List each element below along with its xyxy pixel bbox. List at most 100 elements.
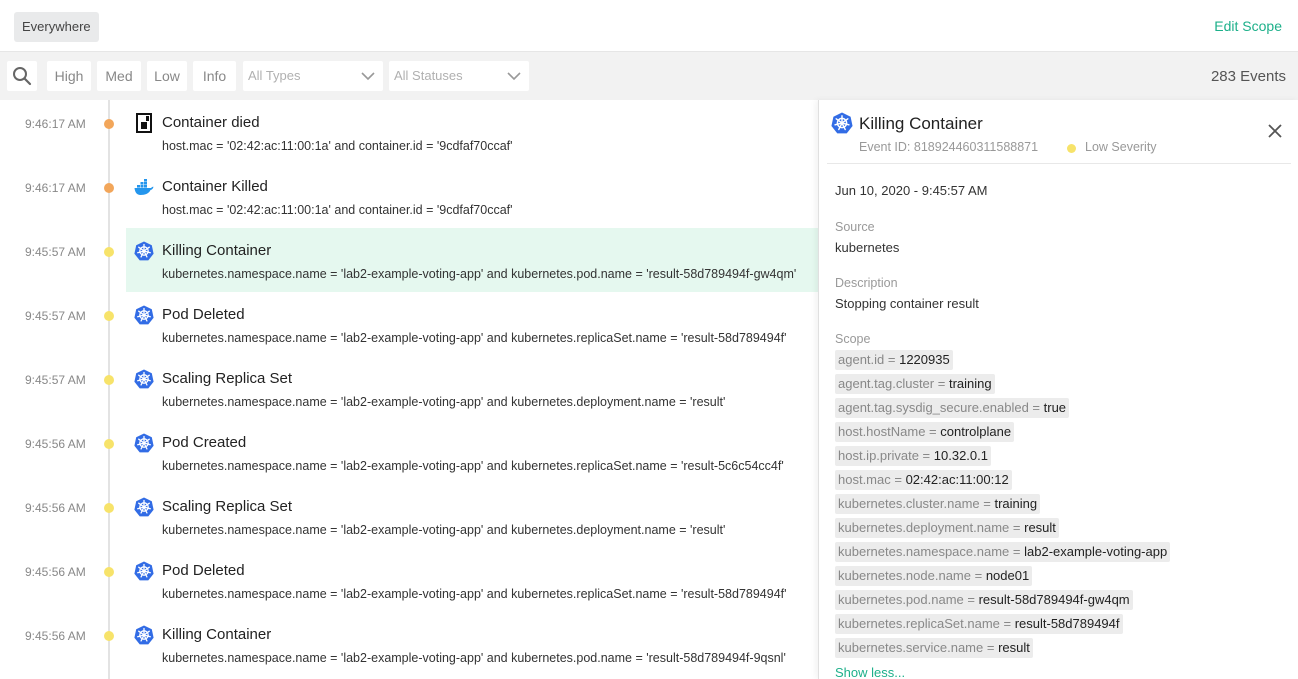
scope-chip-box: kubernetes.cluster.name = training	[835, 494, 1041, 514]
event-time: 9:45:56 AM	[25, 565, 86, 579]
scope-chip-box: agent.tag.sysdig_secure.enabled = true	[835, 398, 1070, 418]
event-title: Pod Deleted	[162, 562, 245, 579]
scope-value: training	[948, 376, 992, 391]
scope-chip: host.ip.private = 10.32.0.1	[835, 446, 1170, 466]
kubernetes-icon	[134, 369, 154, 389]
event-detail: kubernetes.namespace.name = 'lab2-exampl…	[162, 523, 726, 537]
event-time: 9:45:56 AM	[25, 437, 86, 451]
scope-key: host.ip.private	[838, 448, 919, 463]
kubernetes-icon	[134, 305, 154, 325]
types-dropdown[interactable]: All Types	[243, 61, 383, 91]
severity-info-button[interactable]: Info	[193, 61, 236, 91]
event-row[interactable]: 9:45:56 AM Pod Created kubernetes.namespac…	[0, 420, 818, 484]
panel-title: Killing Container	[859, 114, 983, 133]
event-detail: host.mac = '02:42:ac:11:00:1a' and conta…	[162, 139, 513, 153]
scope-key: kubernetes.service.name	[838, 640, 984, 655]
event-row[interactable]: 9:45:56 AM Scaling Replica Set kubernetes.…	[0, 484, 818, 548]
scope-chip-box: kubernetes.deployment.name = result	[835, 518, 1059, 538]
scope-equals: =	[970, 568, 986, 583]
scope-equals: =	[1009, 520, 1025, 535]
severity-dot	[104, 631, 114, 641]
event-row[interactable]: 9:46:17 AM Container died host.mac = '02:4…	[0, 100, 818, 164]
event-row[interactable]: 9:45:56 AM Killing Container kubernetes.na…	[0, 612, 818, 676]
event-title: Scaling Replica Set	[162, 498, 293, 515]
scope-chip-box: kubernetes.node.name = node01	[835, 566, 1033, 586]
scope-label: Scope	[835, 332, 871, 346]
severity-dot	[104, 567, 114, 577]
severity-dot	[104, 119, 114, 129]
scope-equals: =	[1009, 544, 1025, 559]
scope-equals: =	[925, 424, 941, 439]
scope-chip: host.hostName = controlplane	[835, 422, 1170, 442]
event-detail: kubernetes.namespace.name = 'lab2-exampl…	[162, 331, 787, 345]
event-title: Killing Container	[162, 626, 272, 643]
kubernetes-icon	[134, 497, 154, 517]
selected-row-highlight	[126, 228, 818, 292]
scope-chip: kubernetes.deployment.name = result	[835, 518, 1170, 538]
severity-low-button[interactable]: Low	[147, 61, 187, 91]
scope-key: host.mac	[838, 472, 891, 487]
scope-equals: =	[1028, 400, 1044, 415]
severity-dot	[104, 503, 114, 513]
scope-equals: =	[963, 592, 979, 607]
scope-list: agent.id = 1220935 agent.tag.cluster = tr…	[835, 350, 1171, 662]
scope-chip[interactable]: Everywhere	[14, 12, 99, 42]
description-label: Description	[835, 276, 898, 290]
scope-key: kubernetes.deployment.name	[838, 520, 1010, 535]
scope-equals: =	[983, 640, 999, 655]
statuses-dropdown[interactable]: All Statuses	[389, 61, 529, 91]
scope-chip-box: kubernetes.replicaSet.name = result-58d7…	[835, 614, 1123, 634]
event-detail: host.mac = '02:42:ac:11:00:1a' and conta…	[162, 203, 513, 217]
kubernetes-icon	[134, 241, 154, 261]
event-id: Event ID: 818924460311588871	[859, 140, 1039, 154]
scope-value: lab2-example-voting-app	[1024, 544, 1168, 559]
severity-dot	[104, 247, 114, 257]
edit-scope-link[interactable]: Edit Scope	[1214, 18, 1282, 34]
scope-key: agent.tag.sysdig_secure.enabled	[838, 400, 1029, 415]
scope-chip: kubernetes.service.name = result	[835, 638, 1170, 658]
severity-dot	[1067, 144, 1076, 153]
event-detail: kubernetes.namespace.name = 'lab2-exampl…	[162, 267, 797, 281]
event-title: Container Killed	[162, 178, 268, 195]
scope-chip-box: host.mac = 02:42:ac:11:00:12	[835, 470, 1012, 490]
scope-chip: agent.tag.sysdig_secure.enabled = true	[835, 398, 1170, 418]
scope-value: result	[1024, 520, 1056, 535]
scope-value: node01	[985, 568, 1030, 583]
event-row[interactable]: 9:46:17 AM Container Killed host.mac = '02…	[0, 164, 818, 228]
scope-equals: =	[918, 448, 934, 463]
severity-dot	[104, 183, 114, 193]
scope-key: kubernetes.replicaSet.name	[838, 616, 1000, 631]
event-title: Container died	[162, 114, 260, 131]
scope-value: 1220935	[899, 352, 950, 367]
scope-key: kubernetes.cluster.name	[838, 496, 980, 511]
scope-value: result-58d789494f	[1014, 616, 1120, 631]
close-icon[interactable]	[1268, 124, 1282, 138]
event-detail: kubernetes.namespace.name = 'lab2-exampl…	[162, 459, 784, 473]
event-detail: kubernetes.namespace.name = 'lab2-exampl…	[162, 395, 726, 409]
severity-dot	[104, 375, 114, 385]
event-row[interactable]: 9:45:57 AM Scaling Replica Set kubernetes.…	[0, 356, 818, 420]
event-row[interactable]: 9:45:57 AM Pod Deleted kubernetes.namespac…	[0, 292, 818, 356]
search-button[interactable]	[7, 61, 37, 91]
scope-equals: =	[890, 472, 906, 487]
severity-med-button[interactable]: Med	[97, 61, 141, 91]
severity-high-button[interactable]: High	[47, 61, 91, 91]
event-time: 9:45:56 AM	[25, 629, 86, 643]
kubernetes-icon	[831, 112, 853, 134]
event-title: Killing Container	[162, 242, 272, 259]
scope-equals: =	[979, 496, 995, 511]
show-less-link[interactable]: Show less...	[835, 665, 905, 679]
source-value: kubernetes	[835, 240, 900, 255]
event-time: 9:45:57 AM	[25, 245, 86, 259]
event-detail: kubernetes.namespace.name = 'lab2-exampl…	[162, 651, 786, 665]
scope-key: host.hostName	[838, 424, 926, 439]
scope-chip-box: agent.tag.cluster = training	[835, 374, 995, 394]
scope-chip-box: kubernetes.service.name = result	[835, 638, 1033, 658]
event-row[interactable]: 9:45:57 AM Killing Container kubernetes.na…	[0, 228, 818, 292]
event-title: Pod Created	[162, 434, 247, 451]
filter-bar: High Med Low Info All Types All Statuses…	[0, 52, 1298, 100]
scope-chip: kubernetes.node.name = node01	[835, 566, 1170, 586]
scope-value: 02:42:ac:11:00:12	[905, 472, 1009, 487]
event-row[interactable]: 9:45:56 AM Pod Deleted kubernetes.namespac…	[0, 548, 818, 612]
search-icon	[13, 67, 32, 86]
